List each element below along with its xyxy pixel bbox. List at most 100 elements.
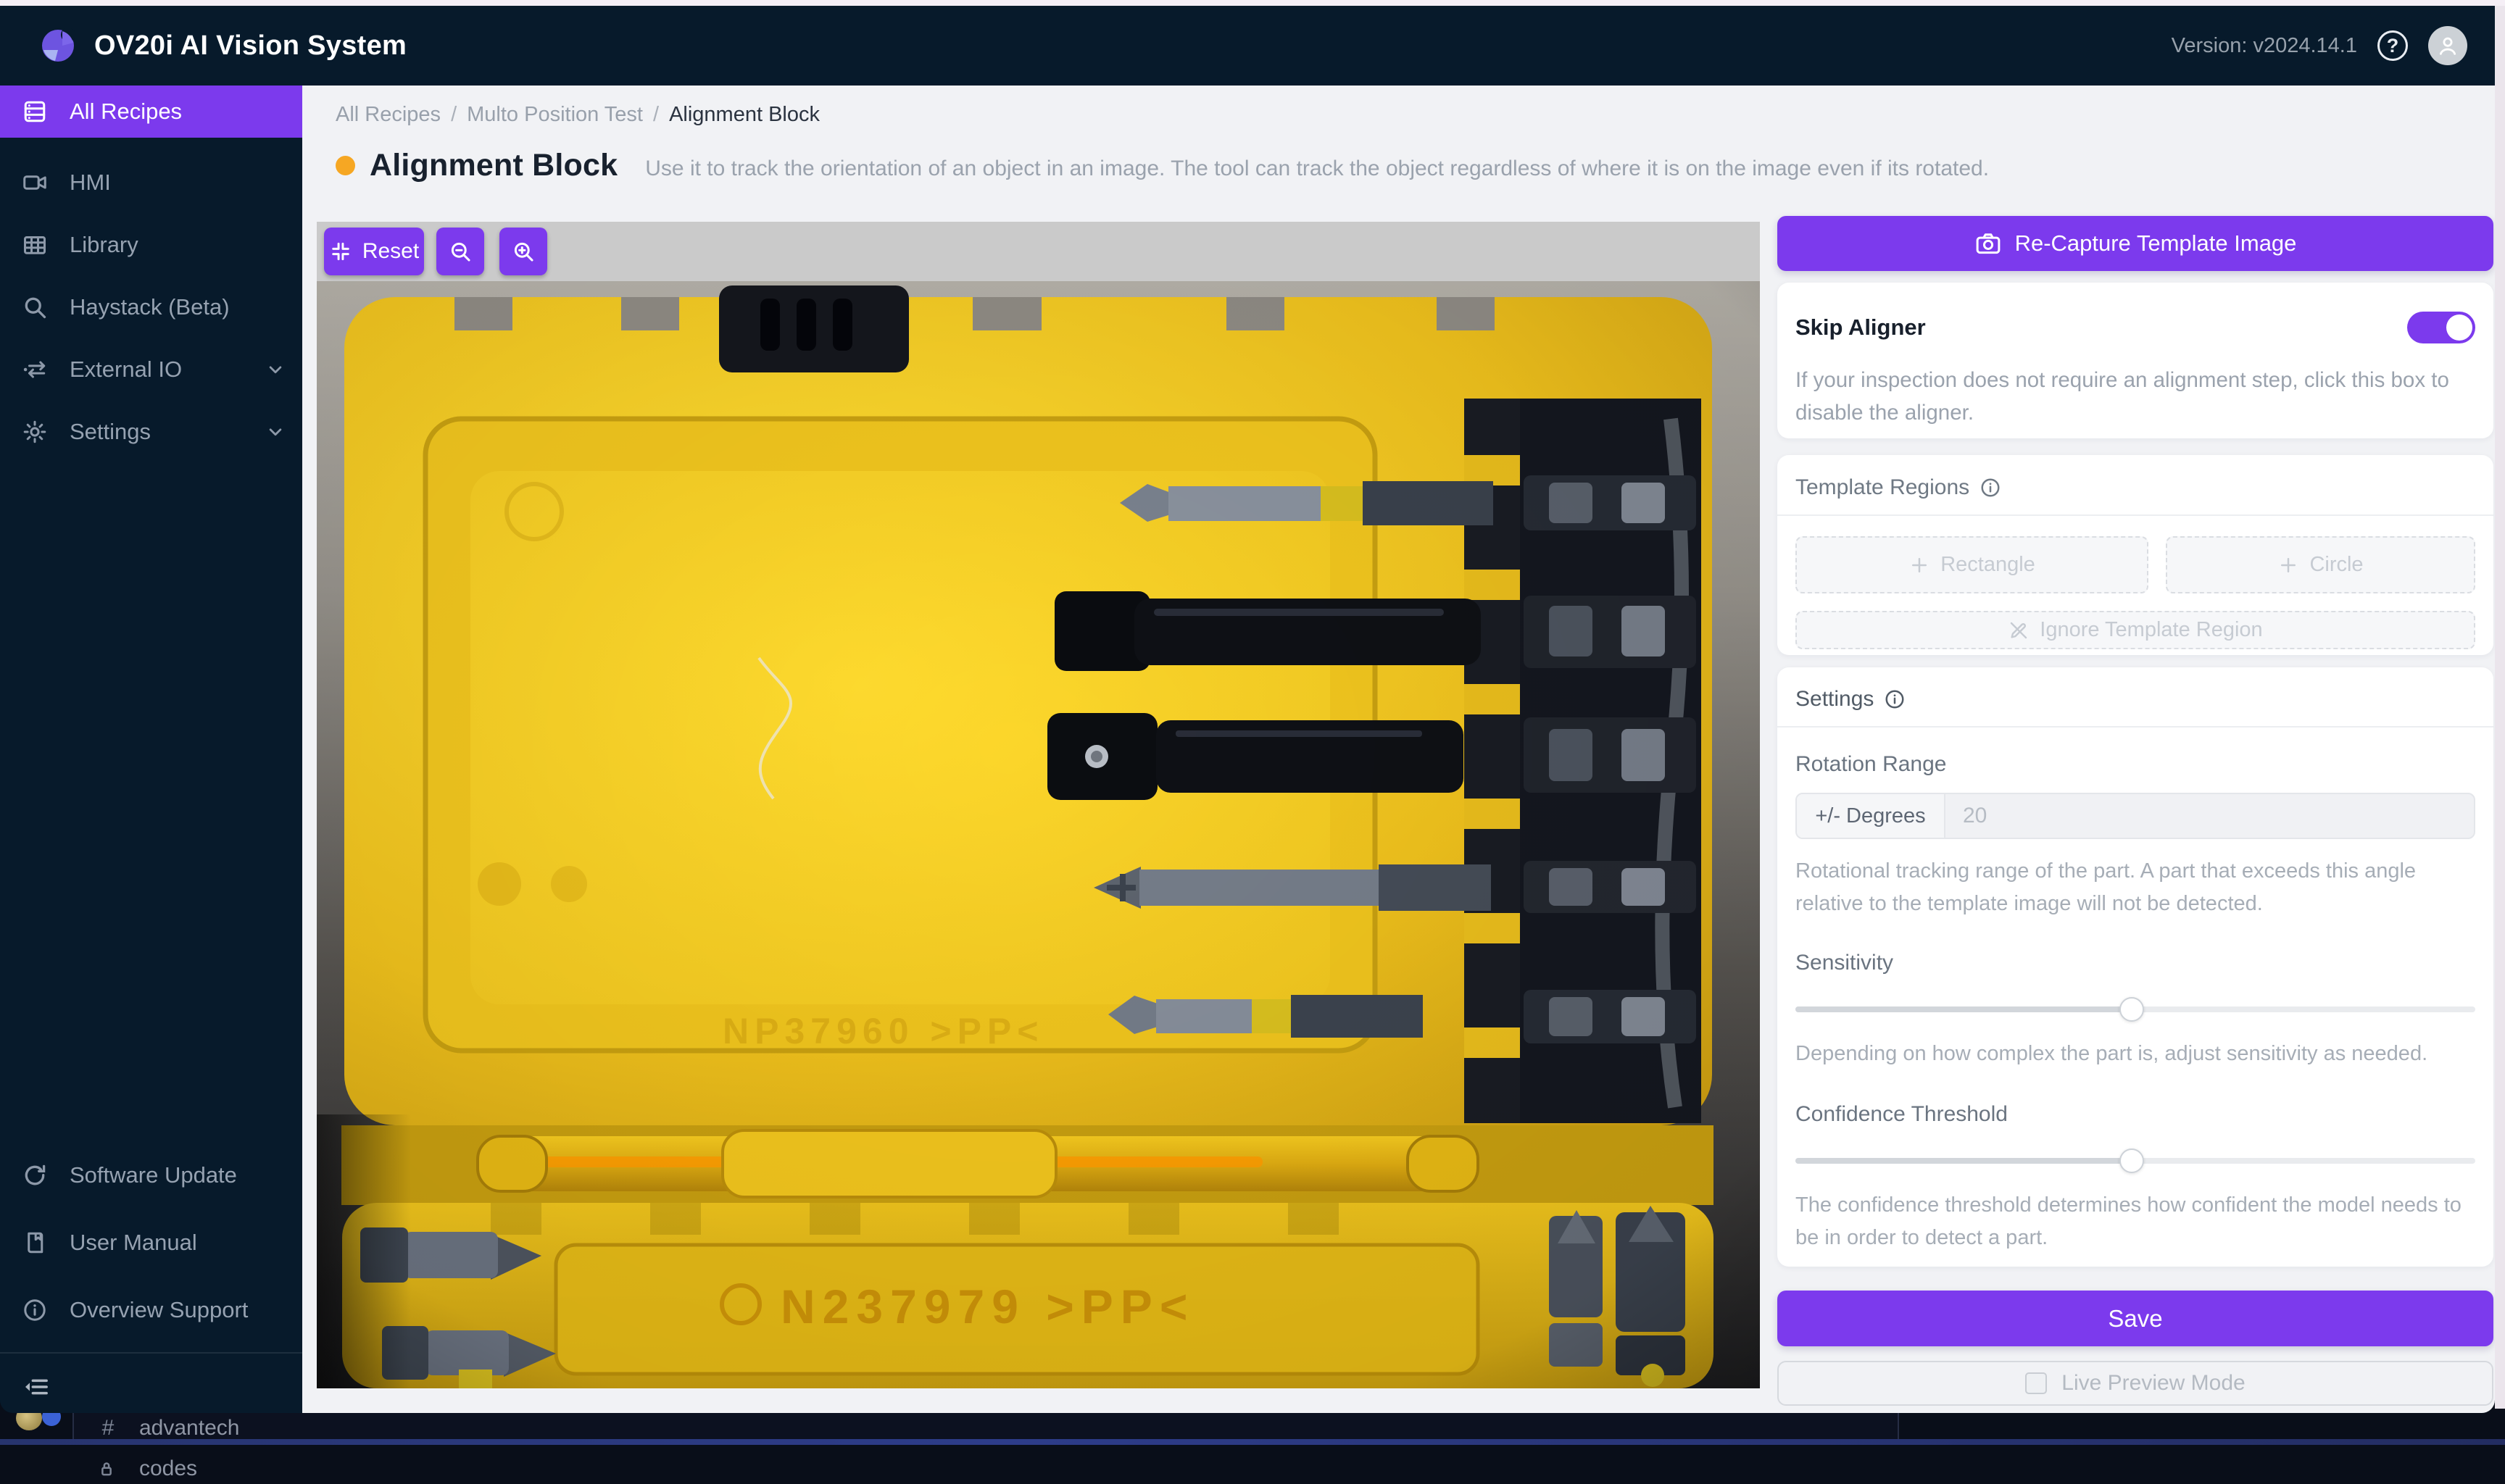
rotation-range-input[interactable]: [1945, 794, 2474, 838]
sidebar-item-label: All Recipes: [70, 99, 182, 125]
sidebar-item-user-manual[interactable]: User Manual: [0, 1217, 302, 1269]
hmi-camera-icon: [22, 170, 48, 196]
page-description: Use it to track the orientation of an ob…: [645, 151, 1989, 181]
app-window: OV20i AI Vision System Version: v2024.14…: [0, 6, 2495, 1413]
image-viewer: Reset: [317, 222, 1760, 1388]
sidebar-item-haystack[interactable]: Haystack (Beta): [0, 281, 302, 333]
camera-icon: [1974, 230, 2002, 257]
info-circle-icon[interactable]: [1884, 688, 1906, 710]
sidebar-item-label: Software Update: [70, 1162, 237, 1188]
skip-aligner-card: Skip Aligner If your inspection does not…: [1777, 283, 2493, 438]
dropdown-item-label: advantech: [139, 1416, 239, 1441]
rotation-range-help: Rotational tracking range of the part. A…: [1795, 855, 2475, 920]
sidebar-item-label: External IO: [70, 357, 182, 383]
window-top-edge: [0, 0, 2505, 6]
divider: [1777, 726, 2493, 728]
sensitivity-slider[interactable]: [1795, 997, 2475, 1022]
divider: [1777, 514, 2493, 516]
version-label: Version: v2024.14.1: [2172, 34, 2357, 58]
breadcrumb-separator: /: [653, 103, 659, 127]
sidebar-divider: [0, 1352, 302, 1354]
sidebar-item-label: Haystack (Beta): [70, 294, 230, 320]
sensitivity-help: Depending on how complex the part is, ad…: [1795, 1038, 2475, 1070]
confidence-threshold-slider[interactable]: [1795, 1149, 2475, 1173]
pen-off-icon: [2008, 620, 2030, 641]
status-dot: [336, 156, 355, 175]
center-focus-icon: [329, 240, 352, 263]
sidebar-item-settings[interactable]: Settings: [0, 406, 302, 458]
save-button-label: Save: [2108, 1305, 2162, 1333]
live-preview-mode-button[interactable]: Live Preview Mode: [1777, 1361, 2493, 1406]
collapse-sidebar-button[interactable]: [0, 1364, 302, 1410]
slider-knob[interactable]: [2119, 1149, 2144, 1173]
breadcrumb-all-recipes[interactable]: All Recipes: [336, 103, 441, 127]
rotation-range-field: +/- Degrees: [1795, 793, 2475, 839]
reset-button-label: Reset: [362, 239, 419, 264]
sidebar-item-overview-support[interactable]: Overview Support: [0, 1284, 302, 1336]
sidebar-item-all-recipes[interactable]: All Recipes: [0, 86, 302, 138]
chevron-down-icon: [265, 421, 286, 443]
library-grid-icon: [22, 232, 48, 258]
live-preview-checkbox[interactable]: [2025, 1372, 2047, 1394]
sidebar-item-hmi[interactable]: HMI: [0, 157, 302, 209]
skip-aligner-toggle[interactable]: [2407, 312, 2475, 343]
ignore-button-label: Ignore Template Region: [2040, 618, 2262, 642]
info-circle-icon[interactable]: [1980, 477, 2001, 499]
skip-aligner-label: Skip Aligner: [1795, 314, 1926, 341]
sidebar-item-external-io[interactable]: External IO: [0, 343, 302, 396]
sidebar: All Recipes HMI Library Haystack (Beta) …: [0, 86, 302, 1413]
zoom-out-button[interactable]: [436, 228, 484, 275]
aligner-settings-card: Settings Rotation Range +/- Degrees Rota…: [1777, 667, 2493, 1267]
gear-icon: [22, 419, 48, 445]
avatar[interactable]: [2428, 26, 2467, 65]
confidence-threshold-label: Confidence Threshold: [1795, 1102, 2475, 1127]
ignore-template-region-button[interactable]: Ignore Template Region: [1795, 611, 2475, 649]
sidebar-item-label: HMI: [70, 170, 111, 196]
template-regions-title: Template Regions: [1795, 475, 1969, 500]
external-io-icon: [22, 357, 48, 383]
help-icon[interactable]: ?: [2377, 30, 2408, 61]
degrees-prefix: +/- Degrees: [1797, 794, 1945, 838]
topbar: OV20i AI Vision System Version: v2024.14…: [0, 6, 2495, 86]
breadcrumb-separator: /: [451, 103, 457, 127]
main-content: All Recipes / Multo Position Test / Alig…: [302, 86, 2495, 1413]
dropdown-item-label: codes: [139, 1456, 197, 1481]
sidebar-item-label: Overview Support: [70, 1297, 248, 1323]
viewer-toolbar: Reset: [317, 222, 1760, 281]
template-regions-card: Template Regions Rectangle Circle: [1777, 455, 2493, 655]
slider-fill: [1795, 1158, 2132, 1164]
add-rectangle-region-button[interactable]: Rectangle: [1795, 536, 2148, 593]
reset-view-button[interactable]: Reset: [324, 228, 424, 275]
breadcrumb-current: Alignment Block: [669, 103, 820, 127]
sensitivity-label: Sensitivity: [1795, 951, 2475, 975]
slider-fill: [1795, 1006, 2132, 1012]
sidebar-item-software-update[interactable]: Software Update: [0, 1149, 302, 1201]
add-circle-region-button[interactable]: Circle: [2166, 536, 2475, 593]
sidebar-item-library[interactable]: Library: [0, 219, 302, 271]
zoom-out-icon: [448, 239, 473, 264]
app-logo-icon: [41, 28, 75, 63]
window-edge: [0, 1439, 2505, 1445]
recapture-template-button[interactable]: Re-Capture Template Image: [1777, 216, 2493, 271]
rotation-range-label: Rotation Range: [1795, 752, 2475, 777]
save-button[interactable]: Save: [1777, 1291, 2493, 1346]
toggle-knob: [2446, 314, 2472, 341]
search-icon: [22, 294, 48, 320]
plus-icon: [2277, 554, 2299, 576]
hash-icon: #: [96, 1416, 120, 1441]
breadcrumb-recipe[interactable]: Multo Position Test: [467, 103, 643, 127]
dropdown-item: codes: [74, 1454, 1898, 1484]
zoom-in-button[interactable]: [499, 228, 547, 275]
window-right-edge: [2495, 6, 2505, 1409]
slider-knob[interactable]: [2119, 997, 2144, 1022]
page-title: Alignment Block: [370, 148, 618, 183]
book-icon: [22, 1230, 48, 1256]
template-image[interactable]: NP37960 >PP<: [317, 281, 1760, 1388]
info-circle-icon: [22, 1297, 48, 1323]
sidebar-item-label: Settings: [70, 419, 151, 445]
refresh-icon: [22, 1162, 48, 1188]
plus-icon: [1908, 554, 1930, 576]
sidebar-footer: Software Update User Manual Overview Sup…: [0, 1149, 302, 1413]
sidebar-item-label: User Manual: [70, 1230, 197, 1256]
live-preview-label: Live Preview Mode: [2061, 1371, 2245, 1396]
